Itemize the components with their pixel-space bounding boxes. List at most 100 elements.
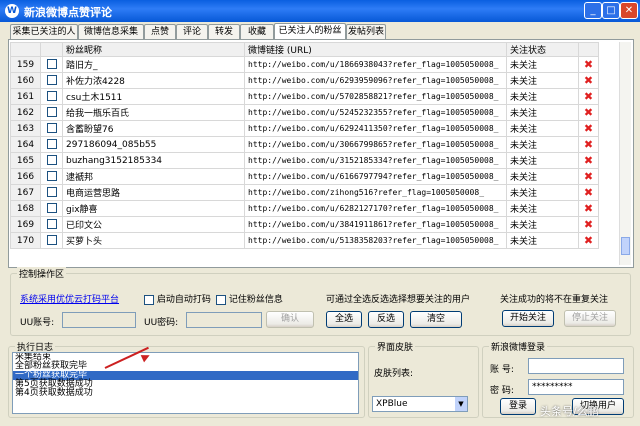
row-checkbox[interactable] xyxy=(40,56,63,73)
table-row[interactable]: 164 297186094_085b55 http://weibo.com/u/30… xyxy=(10,136,599,153)
table-row[interactable]: 160 补佐力浓4228 http://weibo.com/u/6293959096… xyxy=(10,72,599,89)
col-url[interactable]: 微博链接 (URL) xyxy=(244,42,507,57)
log-list[interactable]: 采集结束 全部粉丝获取完毕 一个粉丝获取完毕 第5页获取数据成功 第4页获取数据成功 xyxy=(12,352,359,414)
follow-status: 未关注 xyxy=(506,56,579,73)
account-label: 账 号: xyxy=(490,365,514,375)
tab-repost[interactable]: 转发 xyxy=(208,24,240,39)
table-row[interactable]: 169 已印文公 http://weibo.com/u/3841911861?ref… xyxy=(10,216,599,233)
row-checkbox[interactable] xyxy=(40,72,63,89)
fan-nickname: 逮褫邦 xyxy=(62,168,245,185)
table-row[interactable]: 165 buzhang3152185334 http://weibo.com/u/3… xyxy=(10,152,599,169)
row-checkbox[interactable] xyxy=(40,152,63,169)
row-checkbox[interactable] xyxy=(40,200,63,217)
follow-status: 未关注 xyxy=(506,104,579,121)
uu-password-input[interactable] xyxy=(186,312,262,328)
table-row[interactable]: 162 给我一瓶乐百氏 http://weibo.com/u/5245232355?… xyxy=(10,104,599,121)
tab-collect-followed[interactable]: 采集已关注的人 xyxy=(10,24,78,39)
fan-url: http://weibo.com/u/6282127170?refer_flag… xyxy=(244,200,507,217)
login-button[interactable]: 登录 xyxy=(500,398,536,415)
table-row[interactable]: 166 逮褫邦 http://weibo.com/u/6166797794?refe… xyxy=(10,168,599,185)
log-line[interactable]: 第4页获取数据成功 xyxy=(13,389,358,398)
row-checkbox[interactable] xyxy=(40,232,63,249)
delete-icon[interactable]: ✖ xyxy=(578,104,599,121)
skin-select[interactable]: XPBlue ▼ xyxy=(372,396,468,412)
delete-icon[interactable]: ✖ xyxy=(578,136,599,153)
follow-status: 未关注 xyxy=(506,168,579,185)
delete-icon[interactable]: ✖ xyxy=(578,152,599,169)
follow-hint: 关注成功的将不在重复关注 xyxy=(500,295,609,305)
tab-like[interactable]: 点赞 xyxy=(144,24,176,39)
follow-status: 未关注 xyxy=(506,88,579,105)
fan-url: http://weibo.com/u/3152185334?refer_flag… xyxy=(244,152,507,169)
weibo-icon: W xyxy=(5,4,19,18)
row-number: 167 xyxy=(10,184,41,201)
delete-icon[interactable]: ✖ xyxy=(578,216,599,233)
follow-status: 未关注 xyxy=(506,152,579,169)
table-scrollbar[interactable] xyxy=(619,42,631,265)
scroll-thumb[interactable] xyxy=(621,237,630,255)
delete-icon[interactable]: ✖ xyxy=(578,120,599,137)
select-all-button[interactable]: 全选 xyxy=(326,311,362,328)
fan-nickname: 电商运营思路 xyxy=(62,184,245,201)
row-checkbox[interactable] xyxy=(40,216,63,233)
delete-icon[interactable]: ✖ xyxy=(578,88,599,105)
invert-button[interactable]: 反选 xyxy=(368,311,404,328)
delete-icon[interactable]: ✖ xyxy=(578,200,599,217)
table-row[interactable]: 170 买萝卜头 http://weibo.com/u/5138358203?ref… xyxy=(10,232,599,249)
login-group-label: 新浪微博登录 xyxy=(489,340,548,353)
col-status[interactable]: 关注状态 xyxy=(506,42,579,57)
table-row[interactable]: 159 踏旧方_ http://weibo.com/u/1866938043?ref… xyxy=(10,56,599,73)
close-button[interactable]: ✕ xyxy=(620,2,638,19)
fan-url: http://weibo.com/u/3841911861?refer_flag… xyxy=(244,216,507,233)
confirm-button[interactable]: 确认 xyxy=(266,311,314,328)
tab-weibo-collect[interactable]: 微博信息采集 xyxy=(78,24,144,39)
row-number: 161 xyxy=(10,88,41,105)
table-row[interactable]: 168 gix静喜 http://weibo.com/u/6282127170?re… xyxy=(10,200,599,217)
tab-comment[interactable]: 评论 xyxy=(176,24,208,39)
delete-icon[interactable]: ✖ xyxy=(578,56,599,73)
row-checkbox[interactable] xyxy=(40,136,63,153)
row-number: 163 xyxy=(10,120,41,137)
table-row[interactable]: 163 含蓄盼望76 http://weibo.com/u/6292411350?r… xyxy=(10,120,599,137)
uu-account-input[interactable] xyxy=(62,312,136,328)
row-number: 170 xyxy=(10,232,41,249)
password-input[interactable]: ********* xyxy=(528,379,624,395)
account-input[interactable] xyxy=(528,358,624,374)
row-checkbox[interactable] xyxy=(40,88,63,105)
auto-captcha-checkbox[interactable]: 启动自动打码 xyxy=(144,292,211,305)
fan-url: http://weibo.com/u/6292411350?refer_flag… xyxy=(244,120,507,137)
clear-button[interactable]: 清空 xyxy=(410,311,462,328)
row-number: 159 xyxy=(10,56,41,73)
platform-link[interactable]: 系统采用优优云打码平台 xyxy=(20,292,119,305)
col-nickname[interactable]: 粉丝昵称 xyxy=(62,42,245,57)
start-follow-button[interactable]: 开始关注 xyxy=(502,310,554,327)
table-row[interactable]: 167 电商运营思路 http://weibo.com/zihong516?refe… xyxy=(10,184,599,201)
uu-password-label: UU密码: xyxy=(144,318,179,328)
delete-icon[interactable]: ✖ xyxy=(578,168,599,185)
chevron-down-icon[interactable]: ▼ xyxy=(455,397,467,411)
row-number: 164 xyxy=(10,136,41,153)
minimize-button[interactable]: _ xyxy=(584,2,602,19)
delete-icon[interactable]: ✖ xyxy=(578,72,599,89)
table-row[interactable]: 161 csu土木1511 http://weibo.com/u/570285882… xyxy=(10,88,599,105)
delete-icon[interactable]: ✖ xyxy=(578,232,599,249)
row-checkbox[interactable] xyxy=(40,104,63,121)
delete-icon[interactable]: ✖ xyxy=(578,184,599,201)
fan-url: http://weibo.com/u/3066799865?refer_flag… xyxy=(244,136,507,153)
fan-nickname: 297186094_085b55 xyxy=(62,136,245,153)
control-group-label: 控制操作区 xyxy=(17,267,67,280)
tab-favorite[interactable]: 收藏 xyxy=(240,24,274,39)
row-checkbox[interactable] xyxy=(40,168,63,185)
row-checkbox[interactable] xyxy=(40,120,63,137)
tab-followed-fans[interactable]: 已关注人的粉丝 xyxy=(274,23,346,40)
follow-status: 未关注 xyxy=(506,120,579,137)
row-checkbox[interactable] xyxy=(40,184,63,201)
tab-post-list[interactable]: 发帖列表 xyxy=(346,24,386,39)
watermark: 头条号/么鹏 xyxy=(540,405,599,418)
fan-url: http://weibo.com/u/5702858821?refer_flag… xyxy=(244,88,507,105)
remember-fans-checkbox[interactable]: 记住粉丝信息 xyxy=(216,292,283,305)
stop-follow-button[interactable]: 停止关注 xyxy=(564,310,616,327)
table-header-row: 粉丝昵称 微博链接 (URL) 关注状态 xyxy=(10,42,599,57)
fan-nickname: 已印文公 xyxy=(62,216,245,233)
maximize-button[interactable]: □ xyxy=(602,2,620,19)
